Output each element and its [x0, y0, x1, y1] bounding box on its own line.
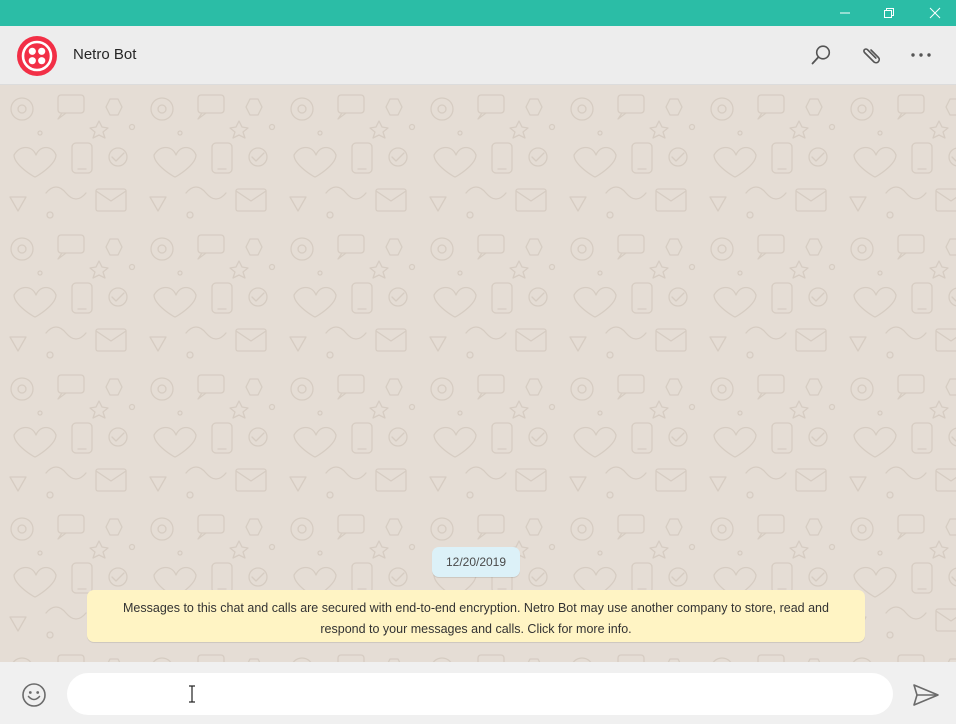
- window-titlebar: [0, 0, 956, 26]
- twilio-logo-icon: [17, 36, 57, 76]
- message-input[interactable]: [67, 673, 893, 715]
- composer-bar: [0, 662, 956, 724]
- date-divider: 12/20/2019: [432, 547, 520, 577]
- minimize-button[interactable]: [822, 0, 868, 26]
- encryption-notice[interactable]: Messages to this chat and calls are secu…: [87, 590, 865, 642]
- chat-header: Netro Bot: [0, 26, 956, 85]
- restore-button[interactable]: [866, 0, 912, 26]
- contact-name[interactable]: Netro Bot: [73, 46, 136, 63]
- more-options-icon: [911, 53, 931, 57]
- chat-area[interactable]: 12/20/2019 Messages to this chat and cal…: [0, 85, 956, 662]
- minimize-icon: [840, 12, 850, 14]
- search-icon: [811, 45, 831, 65]
- send-icon: [913, 684, 939, 706]
- avatar[interactable]: [16, 35, 58, 77]
- send-button[interactable]: [910, 680, 942, 710]
- paperclip-icon: [863, 48, 880, 64]
- attach-button[interactable]: [858, 42, 884, 68]
- restore-icon: [884, 8, 894, 18]
- close-icon: [929, 7, 941, 19]
- more-options-button[interactable]: [908, 42, 934, 68]
- emoji-button[interactable]: [20, 681, 48, 709]
- search-button[interactable]: [808, 42, 834, 68]
- emoji-icon: [22, 683, 46, 707]
- close-button[interactable]: [912, 0, 956, 26]
